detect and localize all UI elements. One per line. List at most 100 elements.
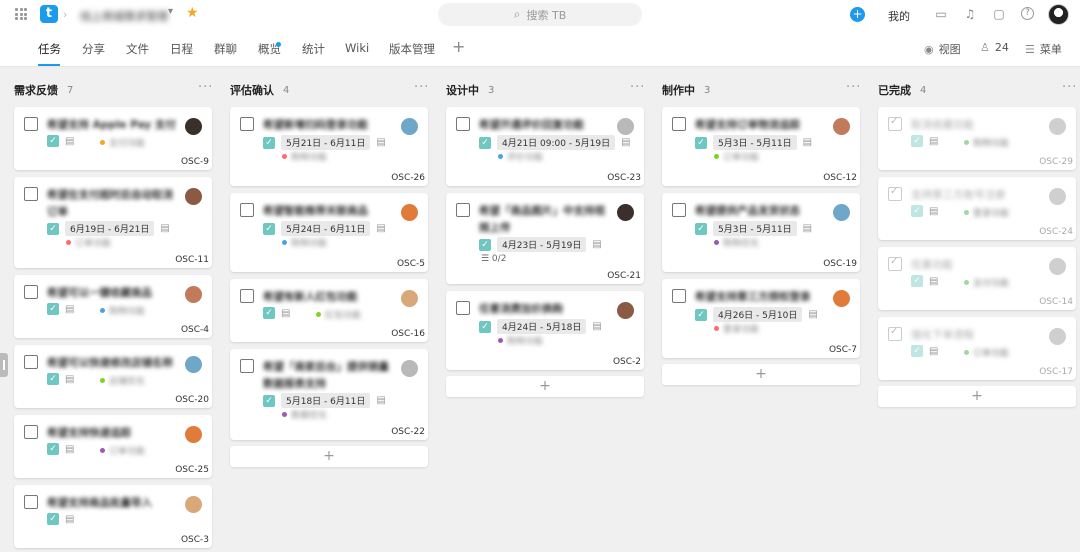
tab-schedule[interactable]: 日程: [170, 41, 193, 57]
task-checkbox[interactable]: [672, 289, 686, 303]
assignee-avatar[interactable]: [1049, 258, 1066, 275]
more-icon[interactable]: ···: [1062, 80, 1077, 95]
add-button[interactable]: +: [850, 7, 865, 22]
task-checkbox[interactable]: [888, 116, 902, 131]
tab-group-chat[interactable]: 群聊: [214, 41, 237, 57]
assignee-avatar[interactable]: [185, 496, 202, 513]
task-checkbox[interactable]: [240, 117, 254, 131]
add-task-button[interactable]: +: [662, 364, 860, 385]
add-task-button[interactable]: +: [446, 376, 644, 397]
more-icon[interactable]: ···: [846, 80, 861, 95]
task-checkbox[interactable]: [240, 359, 254, 373]
more-icon[interactable]: ···: [414, 80, 429, 95]
assignee-avatar[interactable]: [617, 118, 634, 135]
note-icon: ▤: [65, 135, 75, 147]
task-checkbox[interactable]: [24, 355, 38, 369]
assignee-avatar[interactable]: [833, 290, 850, 307]
user-avatar[interactable]: [1048, 4, 1069, 25]
assignee-avatar[interactable]: [833, 204, 850, 221]
task-checkbox[interactable]: [24, 425, 38, 439]
task-card[interactable]: 希望支持快递追踪 ✓ ▤ 订单功能 OSC-25: [14, 415, 212, 478]
task-card[interactable]: 支持第三方账号注册✓▤登录功能OSC-24: [878, 177, 1076, 240]
task-checkbox[interactable]: [888, 256, 902, 271]
add-tab-icon[interactable]: +: [452, 37, 465, 56]
task-card[interactable]: 希望有新人红包功能 ✓ ▤ 红包功能 OSC-16: [230, 279, 428, 342]
assignee-avatar[interactable]: [1049, 118, 1066, 135]
task-card[interactable]: 希望「商品图片」中支持视频上传 ✓ 4月23日 - 5月19日 ▤ ☰ 0/2 OSC-2…: [446, 193, 644, 284]
assignee-avatar[interactable]: [185, 118, 202, 135]
task-card[interactable]: 优惠功能✓▤支付功能OSC-14: [878, 247, 1076, 310]
task-card[interactable]: 希望支持订单物流追踪 ✓ 5月3日 - 5月11日 ▤ 订单功能 OSC-12: [662, 107, 860, 186]
task-card[interactable]: 希望「商家后台」提供销量数据报表支持 ✓ 5月18日 - 6月11日 ▤ 数据优化 OSC…: [230, 349, 428, 440]
task-card[interactable]: 希望新增扫码登录功能 ✓ 5月21日 - 6月11日 ▤ 购物功能 OSC-26: [230, 107, 428, 186]
task-checkbox[interactable]: [24, 187, 38, 201]
search-input[interactable]: ⌕ 搜索 TB: [438, 3, 642, 26]
bell-icon[interactable]: ♫: [963, 7, 977, 21]
tag-label: 订单功能: [723, 153, 760, 163]
assignee-avatar[interactable]: [617, 302, 634, 319]
view-button[interactable]: ◉ 视图: [924, 41, 961, 57]
more-icon[interactable]: ···: [198, 80, 213, 95]
sidebar-toggle-handle[interactable]: [0, 353, 8, 377]
tab-share[interactable]: 分享: [82, 41, 105, 57]
assignee-avatar[interactable]: [401, 118, 418, 135]
assignee-avatar[interactable]: [185, 286, 202, 303]
task-checkbox[interactable]: [240, 289, 254, 303]
task-card[interactable]: 希望可以一键收藏商品 ✓ ▤ 购物功能 OSC-4: [14, 275, 212, 338]
task-checkbox[interactable]: [672, 203, 686, 217]
task-checkbox[interactable]: [240, 203, 254, 217]
mine-link[interactable]: 我的: [888, 8, 910, 24]
help-icon[interactable]: ?: [1021, 7, 1034, 20]
tab-version-management[interactable]: 版本管理: [389, 41, 435, 57]
task-id: OSC-19: [823, 259, 857, 269]
task-checkbox[interactable]: [888, 326, 902, 341]
task-card[interactable]: 希望开通评价回复功能 ✓ 4月21日 09:00 - 5月19日 ▤ 评价功能 OSC-2…: [446, 107, 644, 186]
task-card[interactable]: 希望支持商品批量导入 ✓ ▤ OSC-3: [14, 485, 212, 548]
add-task-button[interactable]: +: [230, 446, 428, 467]
more-icon[interactable]: ···: [630, 80, 645, 95]
task-checkbox[interactable]: [24, 285, 38, 299]
task-checkbox[interactable]: [456, 301, 470, 315]
task-card[interactable]: 希望提供产品发货状态 ✓ 5月3日 - 5月11日 ▤ 购物优化 OSC-19: [662, 193, 860, 272]
task-card[interactable]: 希望在支付超时后自动取消订单 ✓ 6月19日 - 6月21日 ▤ 订单功能 OSC-11: [14, 177, 212, 268]
teambition-logo[interactable]: t: [40, 5, 58, 23]
due-date: 5月18日 - 6月11日: [281, 393, 371, 408]
task-checkbox[interactable]: [456, 117, 470, 131]
members-button[interactable]: ♙ 24: [980, 41, 1009, 54]
assignee-avatar[interactable]: [401, 290, 418, 307]
task-card[interactable]: 任意消费加价换购 ✓ 4月24日 - 5月18日 ▤ 购物功能 OSC-2: [446, 291, 644, 370]
assignee-avatar[interactable]: [185, 426, 202, 443]
tab-tasks[interactable]: 任务: [38, 41, 61, 57]
app-grid-icon[interactable]: [15, 8, 27, 20]
add-task-button[interactable]: +: [878, 386, 1076, 407]
chat-icon[interactable]: ▢: [992, 7, 1006, 21]
assignee-avatar[interactable]: [185, 356, 202, 373]
task-checkbox[interactable]: [672, 117, 686, 131]
task-card[interactable]: 希望支持第三方授权登录 ✓ 4月26日 - 5月10日 ▤ 登录功能 OSC-7: [662, 279, 860, 358]
assignee-avatar[interactable]: [1049, 328, 1066, 345]
menu-button[interactable]: ☰ 菜单: [1025, 41, 1062, 57]
task-card[interactable]: 希望可以快速修改店铺名称 ✓ ▤ 店铺优化 OSC-20: [14, 345, 212, 408]
assignee-avatar[interactable]: [833, 118, 850, 135]
star-icon[interactable]: ★: [186, 6, 199, 20]
tab-files[interactable]: 文件: [126, 41, 149, 57]
assignee-avatar[interactable]: [1049, 188, 1066, 205]
assignee-avatar[interactable]: [401, 204, 418, 221]
task-card[interactable]: 取消收藏功能✓▤购物功能OSC-29: [878, 107, 1076, 170]
task-card[interactable]: 希望支持 Apple Pay 支付 ✓ ▤ 支付功能 OSC-9: [14, 107, 212, 170]
tab-statistics[interactable]: 统计: [302, 41, 325, 57]
task-card[interactable]: 强化下单流程✓▤订单功能OSC-17: [878, 317, 1076, 380]
tab-wiki[interactable]: Wiki: [345, 41, 369, 55]
calendar-icon[interactable]: ▭: [934, 7, 948, 21]
task-checkbox[interactable]: [24, 495, 38, 509]
project-name[interactable]: 线上商城需求管理: [80, 8, 168, 24]
assignee-avatar[interactable]: [401, 360, 418, 377]
note-icon: ▤: [592, 321, 602, 332]
assignee-avatar[interactable]: [617, 204, 634, 221]
assignee-avatar[interactable]: [185, 188, 202, 205]
task-checkbox[interactable]: [888, 186, 902, 201]
task-checkbox[interactable]: [456, 203, 470, 217]
chevron-down-icon[interactable]: ▾: [168, 6, 173, 17]
task-card[interactable]: 希望智能推荐关联商品 ✓ 5月24日 - 6月11日 ▤ 购物功能 OSC-5: [230, 193, 428, 272]
task-checkbox[interactable]: [24, 117, 38, 131]
